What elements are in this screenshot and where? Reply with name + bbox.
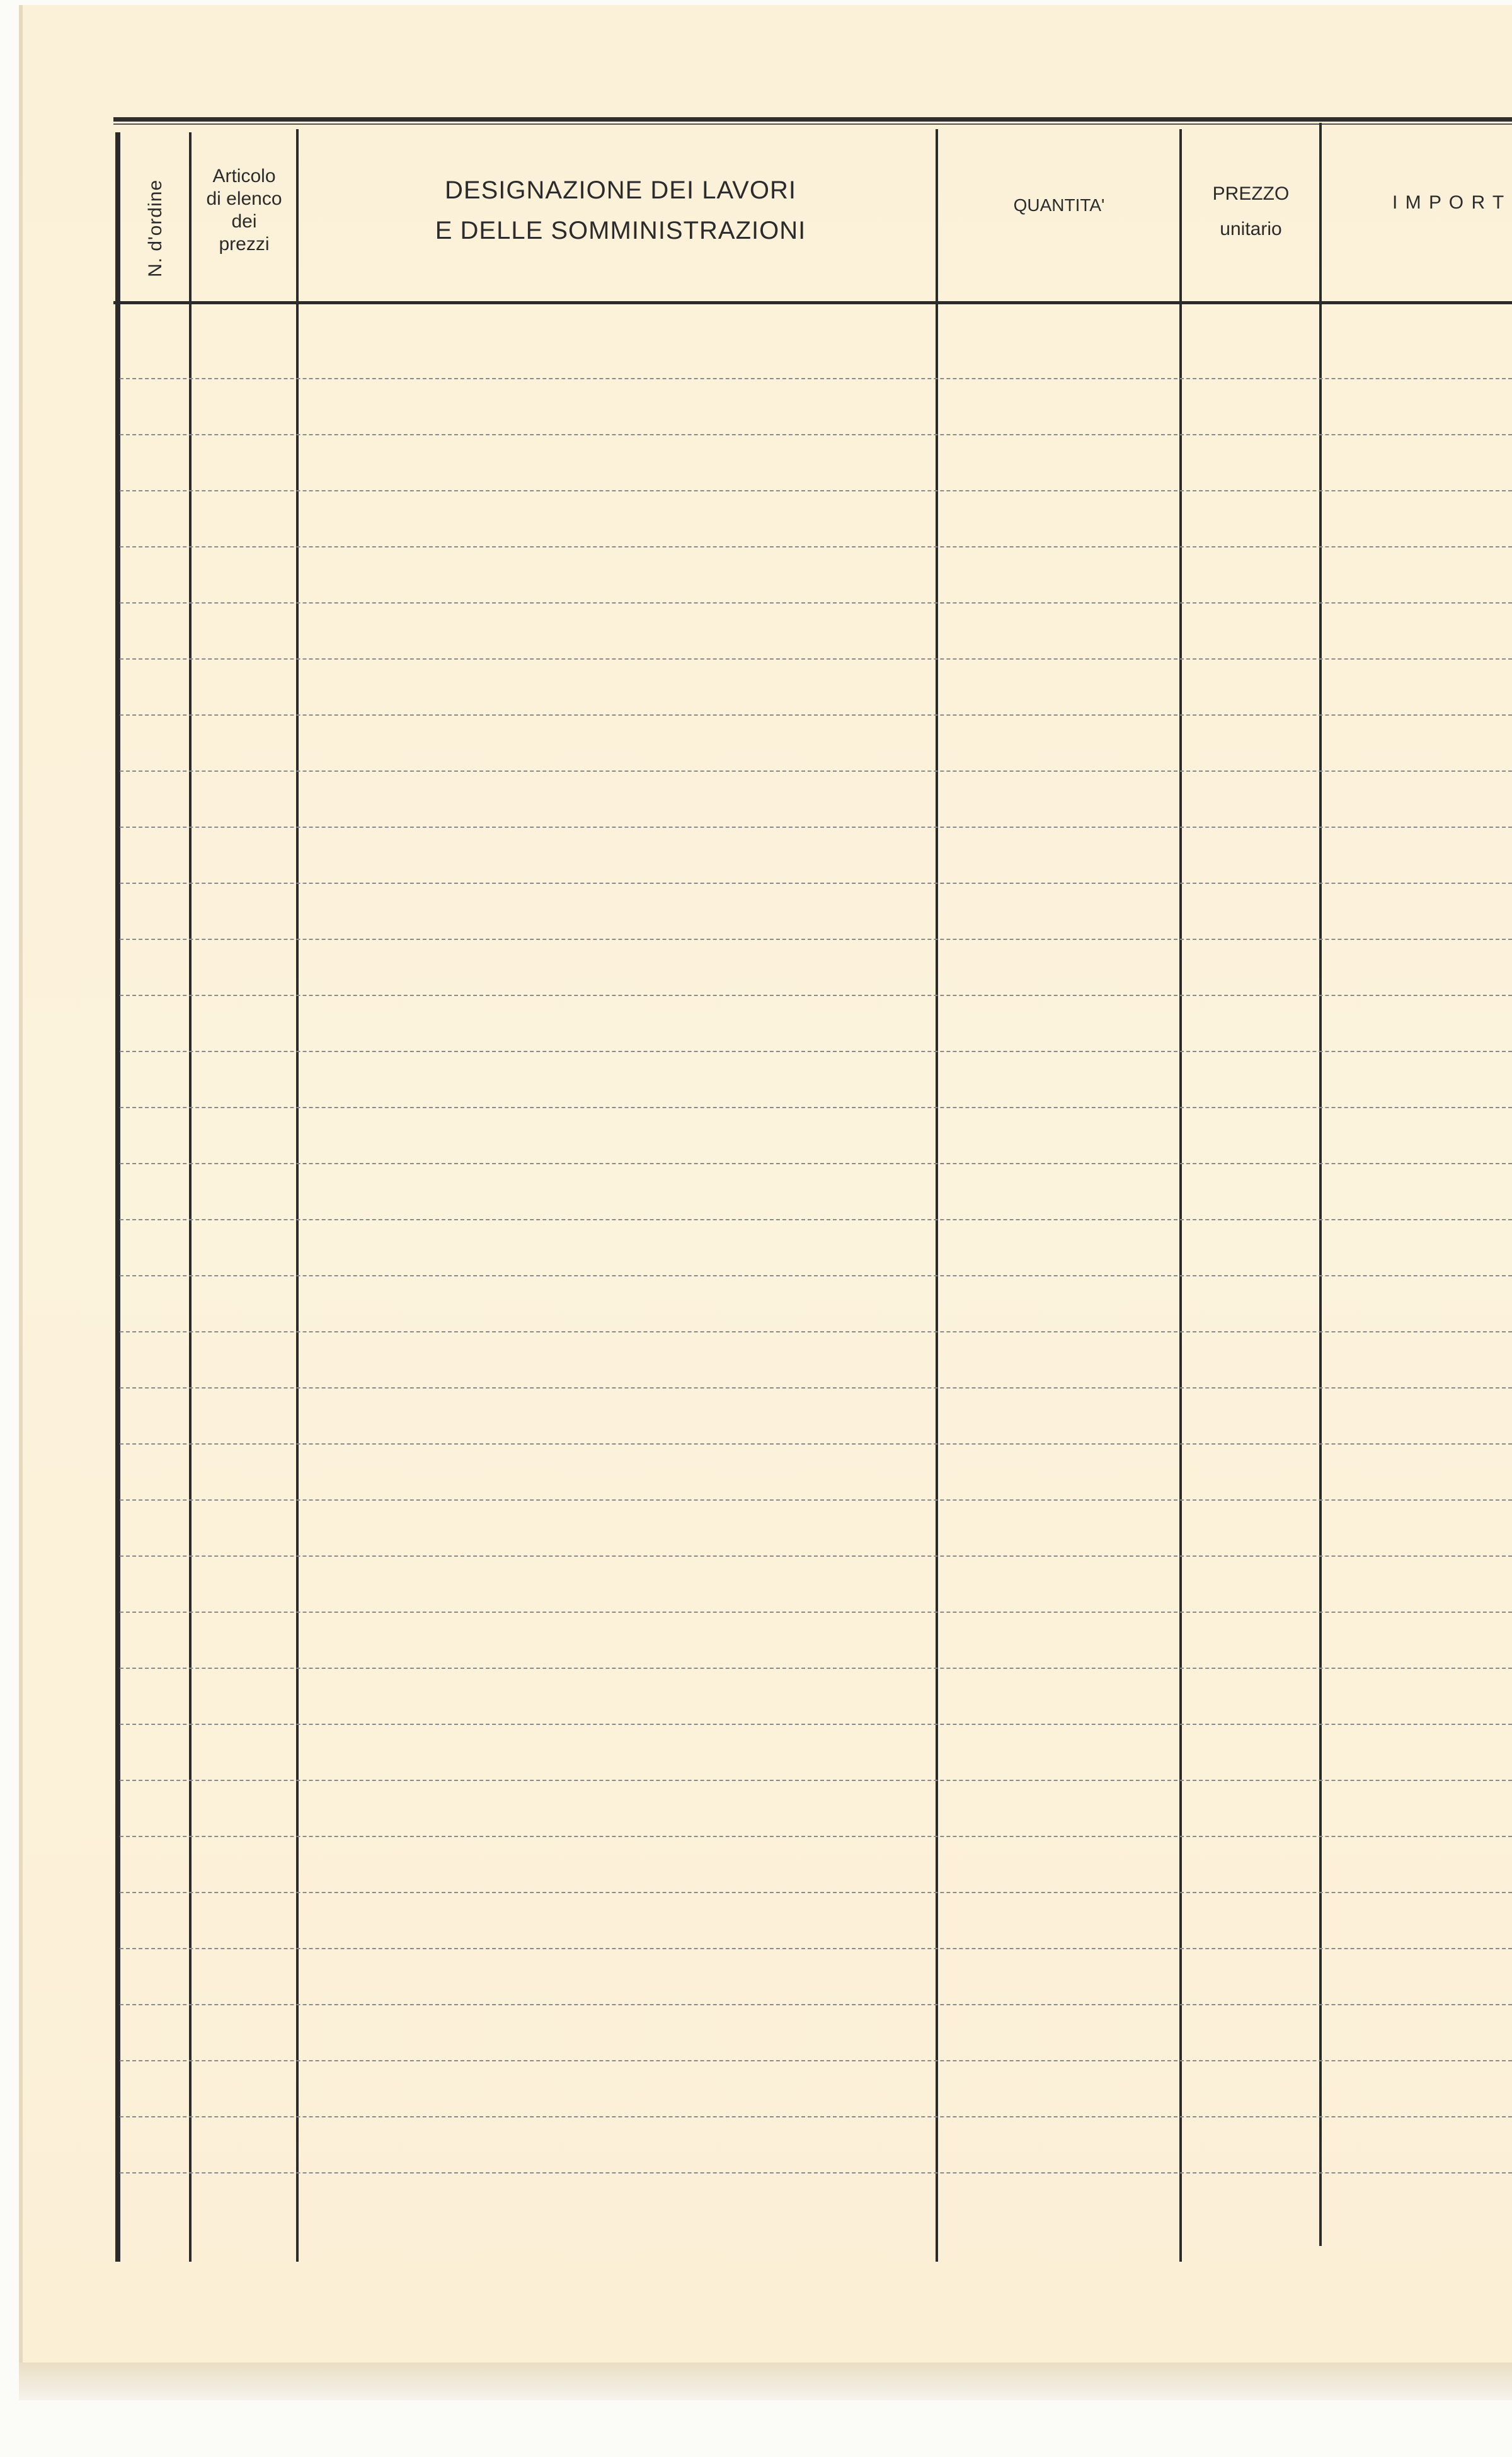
paper-edge	[19, 2362, 1512, 2400]
table-row	[120, 1555, 1512, 1557]
table-row	[120, 1724, 1512, 1725]
price-header: PREZZO unitario	[1183, 176, 1319, 247]
table-row	[120, 1612, 1512, 1613]
article-header-line-3: dei	[231, 211, 257, 232]
article-header: Articolo di elenco dei prezzi	[192, 165, 296, 256]
table-row	[120, 1499, 1512, 1501]
table-top-rule	[113, 117, 1512, 122]
price-header-line-2: unitario	[1220, 219, 1282, 239]
table-row	[120, 378, 1512, 379]
table-row	[120, 434, 1512, 435]
table-row	[120, 883, 1512, 884]
table-row	[120, 1892, 1512, 1893]
article-header-line-4: prezzi	[219, 234, 270, 255]
amount-header: I M P O R T O	[1392, 192, 1512, 213]
table-row	[120, 995, 1512, 996]
table-row	[120, 2060, 1512, 2061]
table-row	[120, 546, 1512, 547]
order-number-header: N. d'ordine	[145, 179, 166, 277]
price-header-line-1: PREZZO	[1212, 183, 1290, 204]
table-row	[120, 1668, 1512, 1669]
table-row	[120, 602, 1512, 604]
table-row	[120, 490, 1512, 491]
table-row	[120, 714, 1512, 716]
table-row	[120, 1443, 1512, 1445]
designation-header-line-2: E DELLE SOMMINISTRAZIONI	[435, 217, 806, 244]
article-header-line-1: Articolo	[212, 166, 276, 186]
table-row	[120, 770, 1512, 772]
table-body	[120, 304, 1512, 2264]
designation-header-line-1: DESIGNAZIONE DEI LAVORI	[445, 176, 796, 204]
table-row	[120, 1331, 1512, 1332]
table-row	[120, 939, 1512, 940]
table-row	[120, 1780, 1512, 1781]
table-row	[120, 658, 1512, 660]
table-row	[120, 1387, 1512, 1389]
table-row	[120, 1163, 1512, 1164]
table-row	[120, 2004, 1512, 2005]
table-row	[120, 1948, 1512, 1949]
quantity-header: QUANTITA'	[1013, 195, 1105, 215]
table-row	[120, 827, 1512, 828]
article-header-line-2: di elenco	[206, 188, 282, 209]
designation-header: DESIGNAZIONE DEI LAVORI E DELLE SOMMINIS…	[353, 170, 888, 251]
table-row	[120, 1836, 1512, 1837]
table-top-rule-thin	[113, 123, 1512, 125]
table-row	[120, 2172, 1512, 2174]
table-row	[120, 1051, 1512, 1052]
table-row	[120, 2116, 1512, 2117]
table-row	[120, 1107, 1512, 1108]
table-row	[120, 1275, 1512, 1276]
table-row	[120, 1219, 1512, 1220]
